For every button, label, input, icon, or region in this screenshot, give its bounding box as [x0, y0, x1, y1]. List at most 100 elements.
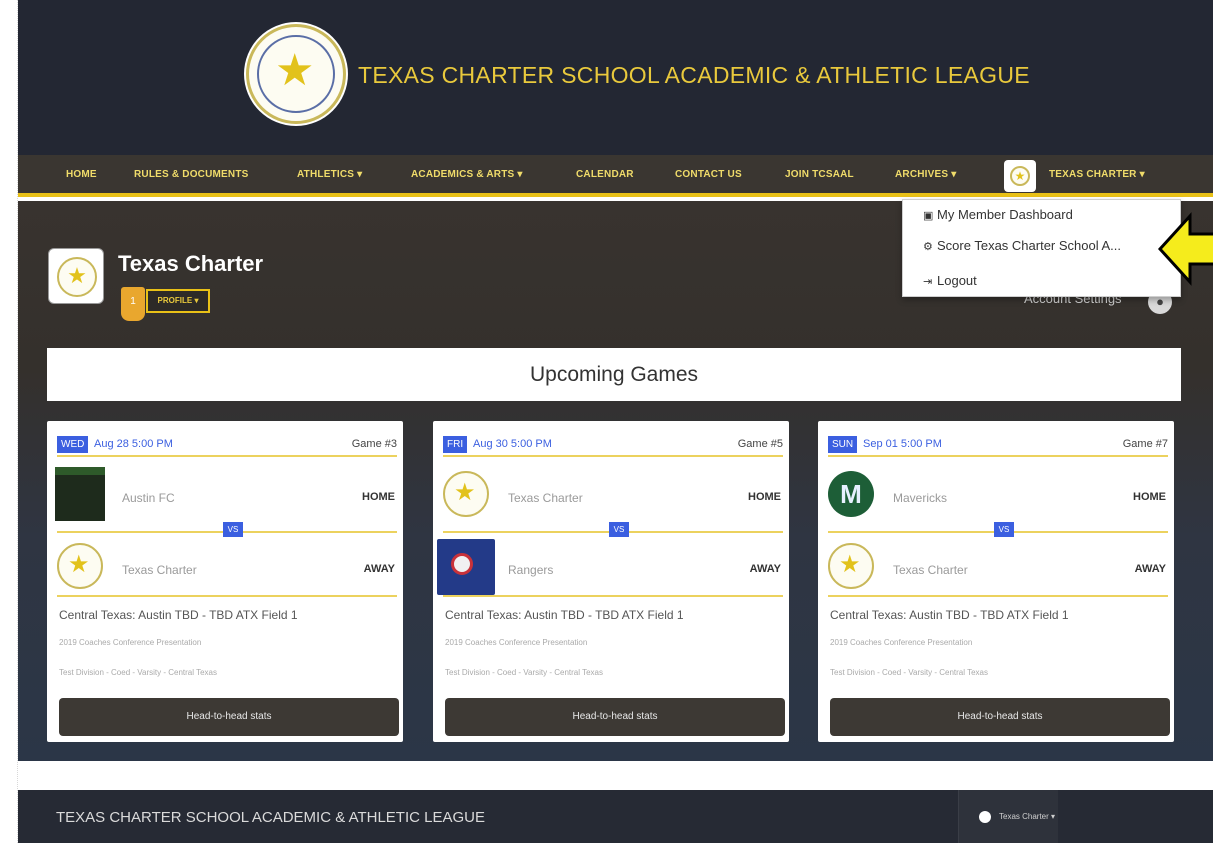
- card-divider: [443, 595, 783, 597]
- away-team-row[interactable]: ★ Texas Charter AWAY: [47, 539, 403, 597]
- game-number: Game #5: [737, 438, 783, 450]
- home-team-row[interactable]: M Mavericks HOME: [818, 467, 1174, 525]
- gear-icon: ⚙: [923, 241, 933, 253]
- nav-user-menu[interactable]: TEXAS CHARTER ▾: [1049, 169, 1145, 180]
- logout-icon: ⇥: [923, 276, 933, 288]
- texas-star-icon: ★: [454, 479, 476, 506]
- game-date[interactable]: Aug 30 5:00 PM: [473, 438, 552, 450]
- texas-star-icon: ★: [1010, 166, 1030, 186]
- home-team-name[interactable]: Austin FC: [122, 491, 175, 505]
- menu-item-label: Score Texas Charter School A...: [937, 238, 1122, 253]
- menu-item-logout[interactable]: ⇥ Logout: [923, 273, 977, 288]
- game-card: SUN Sep 01 5:00 PM Game #7 M Mavericks H…: [818, 421, 1174, 742]
- away-team-name[interactable]: Texas Charter: [893, 563, 968, 577]
- vs-badge: VS: [609, 522, 629, 537]
- nav-home[interactable]: HOME: [66, 169, 97, 180]
- away-team-name[interactable]: Texas Charter: [122, 563, 197, 577]
- nav-academics[interactable]: ACADEMICS & ARTS ▾: [411, 169, 523, 180]
- away-label: AWAY: [1134, 563, 1166, 575]
- game-card-header: WED Aug 28 5:00 PM Game #3: [57, 435, 397, 457]
- team-profile-logo[interactable]: ★: [48, 248, 104, 304]
- nav-contact[interactable]: CONTACT US: [675, 169, 742, 180]
- profile-button[interactable]: PROFILE ▾: [146, 289, 210, 313]
- home-team-name[interactable]: Texas Charter: [508, 491, 583, 505]
- game-date[interactable]: Aug 28 5:00 PM: [94, 438, 173, 450]
- team-name-heading: Texas Charter: [118, 251, 264, 276]
- game-card-header: FRI Aug 30 5:00 PM Game #5: [443, 435, 783, 457]
- menu-item-label: Logout: [937, 273, 977, 288]
- home-label: HOME: [1133, 491, 1166, 503]
- texas-star-icon: ★: [68, 551, 90, 578]
- nav-calendar[interactable]: CALENDAR: [576, 169, 634, 180]
- home-label: HOME: [362, 491, 395, 503]
- division-text: Test Division - Coed - Varsity - Central…: [445, 668, 603, 677]
- head-to-head-button[interactable]: Head-to-head stats: [59, 698, 399, 736]
- game-date[interactable]: Sep 01 5:00 PM: [863, 438, 942, 450]
- day-badge: FRI: [443, 436, 468, 453]
- texas-charter-logo: ★: [443, 471, 489, 517]
- left-margin: [0, 0, 18, 843]
- vs-badge: VS: [994, 522, 1014, 537]
- day-badge: WED: [57, 436, 89, 453]
- venue-text: Central Texas: Austin TBD - TBD ATX Fiel…: [830, 608, 1069, 622]
- menu-item-dashboard[interactable]: ▣ My Member Dashboard: [923, 207, 1073, 222]
- game-card: WED Aug 28 5:00 PM Game #3 Austin FC HOM…: [47, 421, 403, 742]
- upcoming-games-panel: Upcoming Games: [47, 348, 1181, 401]
- dashboard-icon: ▣: [923, 210, 934, 222]
- away-label: AWAY: [363, 563, 395, 575]
- division-text: Test Division - Coed - Varsity - Central…: [59, 668, 217, 677]
- day-badge: SUN: [828, 436, 858, 453]
- user-icon: [979, 811, 991, 823]
- home-label: HOME: [748, 491, 781, 503]
- footer-title: TEXAS CHARTER SCHOOL ACADEMIC & ATHLETIC…: [56, 809, 485, 826]
- texas-charter-logo: ★: [57, 543, 103, 589]
- upcoming-games-title: Upcoming Games: [529, 363, 699, 386]
- vs-badge: VS: [223, 522, 243, 537]
- event-text: 2019 Coaches Conference Presentation: [830, 638, 973, 647]
- texas-charter-logo: ★: [828, 543, 874, 589]
- away-label: AWAY: [749, 563, 781, 575]
- head-to-head-button[interactable]: Head-to-head stats: [445, 698, 785, 736]
- austin-fc-logo: [55, 467, 105, 521]
- venue-text: Central Texas: Austin TBD - TBD ATX Fiel…: [59, 608, 298, 622]
- nav-archives[interactable]: ARCHIVES ▾: [895, 169, 956, 180]
- home-team-row[interactable]: ★ Texas Charter HOME: [433, 467, 789, 525]
- rank-badge: 1: [121, 287, 145, 321]
- division-text: Test Division - Coed - Varsity - Central…: [830, 668, 988, 677]
- texas-star-icon: ★: [57, 257, 97, 297]
- user-dropdown-menu: ▣ My Member Dashboard ⚙ Score Texas Charte…: [902, 199, 1181, 297]
- home-team-name[interactable]: Mavericks: [893, 491, 947, 505]
- game-number: Game #3: [351, 438, 397, 450]
- mavericks-logo: M: [828, 471, 874, 517]
- home-team-row[interactable]: Austin FC HOME: [47, 467, 403, 525]
- nav-user-avatar[interactable]: ★: [1004, 160, 1036, 192]
- horse-icon: M: [828, 471, 874, 517]
- card-divider: [828, 595, 1168, 597]
- site-footer: TEXAS CHARTER SCHOOL ACADEMIC & ATHLETIC…: [18, 790, 1213, 843]
- event-text: 2019 Coaches Conference Presentation: [59, 638, 202, 647]
- texas-star-icon: ★: [275, 46, 315, 95]
- away-team-row[interactable]: ★ Texas Charter AWAY: [818, 539, 1174, 597]
- game-card: FRI Aug 30 5:00 PM Game #5 ★ Texas Chart…: [433, 421, 789, 742]
- page-frame: ★ TEXAS CHARTER SCHOOL ACADEMIC & ATHLET…: [18, 0, 1213, 843]
- game-card-header: SUN Sep 01 5:00 PM Game #7: [828, 435, 1168, 457]
- menu-item-score[interactable]: ⚙ Score Texas Charter School A...: [923, 238, 1121, 253]
- league-seal-logo[interactable]: ★: [246, 24, 346, 124]
- menu-item-label: My Member Dashboard: [937, 207, 1073, 222]
- away-team-row[interactable]: Rangers AWAY: [433, 539, 789, 597]
- game-number: Game #7: [1122, 438, 1168, 450]
- venue-text: Central Texas: Austin TBD - TBD ATX Fiel…: [445, 608, 684, 622]
- site-title[interactable]: TEXAS CHARTER SCHOOL ACADEMIC & ATHLETIC…: [358, 62, 1030, 89]
- main-nav: HOME RULES & DOCUMENTS ATHLETICS ▾ ACADE…: [18, 155, 1213, 197]
- footer-user-label: Texas Charter ▾: [999, 812, 1056, 821]
- away-team-name[interactable]: Rangers: [508, 563, 553, 577]
- nav-join[interactable]: JOIN TCSAAL: [785, 169, 854, 180]
- nav-rules[interactable]: RULES & DOCUMENTS: [134, 169, 249, 180]
- head-to-head-button[interactable]: Head-to-head stats: [830, 698, 1170, 736]
- rangers-logo: [437, 539, 495, 595]
- event-text: 2019 Coaches Conference Presentation: [445, 638, 588, 647]
- baseball-icon: [451, 553, 473, 575]
- nav-athletics[interactable]: ATHLETICS ▾: [297, 169, 362, 180]
- footer-user-menu[interactable]: Texas Charter ▾: [958, 790, 1058, 843]
- texas-star-icon: ★: [839, 551, 861, 578]
